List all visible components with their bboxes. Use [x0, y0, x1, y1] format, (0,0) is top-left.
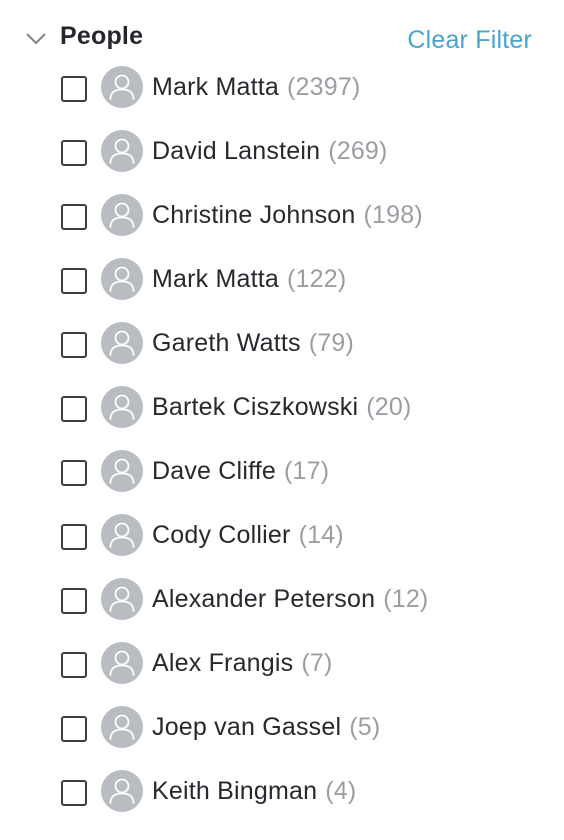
- person-icon: [109, 394, 135, 420]
- person-name: Alex Frangis (7): [152, 647, 333, 679]
- person-icon: [109, 714, 135, 740]
- person-count: (269): [328, 137, 388, 165]
- person-name-text: Joep van Gassel: [152, 713, 342, 741]
- section-title: People: [60, 22, 144, 50]
- person-icon: [109, 458, 135, 484]
- person-name-text: Alex Frangis: [152, 649, 294, 677]
- person-icon: [109, 138, 135, 164]
- list-item[interactable]: Gareth Watts (79): [0, 313, 564, 377]
- checkbox[interactable]: [61, 76, 87, 102]
- avatar: [101, 450, 143, 492]
- avatar: [101, 322, 143, 364]
- list-item[interactable]: Joep van Gassel (5): [0, 697, 564, 761]
- person-name-text: Cody Collier: [152, 521, 291, 549]
- people-filter-panel: People Clear Filter Mark Matta (2397) Dav…: [0, 0, 564, 840]
- person-name-text: Mark Matta: [152, 265, 280, 293]
- person-name: Joep van Gassel (5): [152, 711, 380, 743]
- avatar: [101, 514, 143, 556]
- person-icon: [109, 778, 135, 804]
- avatar: [101, 578, 143, 620]
- person-icon: [109, 202, 135, 228]
- person-name-text: Gareth Watts: [152, 329, 301, 357]
- person-icon: [109, 330, 135, 356]
- person-name-text: David Lanstein: [152, 137, 321, 165]
- person-icon: [109, 650, 135, 676]
- list-item[interactable]: Dave Cliffe (17): [0, 441, 564, 505]
- avatar: [101, 386, 143, 428]
- person-count: (17): [284, 457, 330, 485]
- person-count: (2397): [287, 73, 361, 101]
- person-count: (122): [287, 265, 347, 293]
- avatar: [101, 706, 143, 748]
- person-name: Gareth Watts (79): [152, 327, 354, 359]
- person-name: Bartek Ciszkowski (20): [152, 391, 412, 423]
- person-name: Cody Collier (14): [152, 519, 344, 551]
- list-item[interactable]: Mark Matta (2397): [0, 57, 564, 121]
- person-count: (7): [301, 649, 333, 677]
- person-name-text: Keith Bingman: [152, 777, 318, 805]
- person-count: (5): [349, 713, 381, 741]
- checkbox[interactable]: [61, 588, 87, 614]
- avatar: [101, 642, 143, 684]
- person-icon: [109, 266, 135, 292]
- person-name-text: Christine Johnson: [152, 201, 356, 229]
- checkbox[interactable]: [61, 460, 87, 486]
- checkbox[interactable]: [61, 524, 87, 550]
- checkbox[interactable]: [61, 716, 87, 742]
- checkbox[interactable]: [61, 396, 87, 422]
- list-item[interactable]: Bartek Ciszkowski (20): [0, 377, 564, 441]
- person-count: (198): [363, 201, 423, 229]
- people-list: Mark Matta (2397) David Lanstein (269) Chr…: [0, 57, 564, 825]
- checkbox[interactable]: [61, 780, 87, 806]
- person-icon: [109, 586, 135, 612]
- list-item[interactable]: David Lanstein (269): [0, 121, 564, 185]
- checkbox[interactable]: [61, 652, 87, 678]
- list-item[interactable]: Keith Bingman (4): [0, 761, 564, 825]
- person-name: Keith Bingman (4): [152, 775, 356, 807]
- chevron-down-icon[interactable]: [22, 24, 50, 52]
- person-count: (4): [325, 777, 357, 805]
- person-name: Alexander Peterson (12): [152, 583, 428, 615]
- list-item[interactable]: Mark Matta (122): [0, 249, 564, 313]
- avatar: [101, 194, 143, 236]
- person-name: Mark Matta (2397): [152, 71, 361, 103]
- person-name-text: Dave Cliffe: [152, 457, 277, 485]
- avatar: [101, 258, 143, 300]
- clear-filter-link[interactable]: Clear Filter: [407, 24, 532, 56]
- person-count: (14): [298, 521, 344, 549]
- list-item[interactable]: Cody Collier (14): [0, 505, 564, 569]
- list-item[interactable]: Christine Johnson (198): [0, 185, 564, 249]
- person-name-text: Alexander Peterson: [152, 585, 376, 613]
- checkbox[interactable]: [61, 268, 87, 294]
- person-icon: [109, 522, 135, 548]
- person-name: David Lanstein (269): [152, 135, 388, 167]
- person-icon: [109, 74, 135, 100]
- list-item[interactable]: Alexander Peterson (12): [0, 569, 564, 633]
- avatar: [101, 770, 143, 812]
- person-name: Mark Matta (122): [152, 263, 346, 295]
- person-name: Dave Cliffe (17): [152, 455, 329, 487]
- person-count: (12): [383, 585, 429, 613]
- person-count: (20): [366, 393, 412, 421]
- avatar: [101, 66, 143, 108]
- checkbox[interactable]: [61, 204, 87, 230]
- avatar: [101, 130, 143, 172]
- checkbox[interactable]: [61, 332, 87, 358]
- person-count: (79): [308, 329, 355, 357]
- list-item[interactable]: Alex Frangis (7): [0, 633, 564, 697]
- person-name-text: Bartek Ciszkowski: [152, 393, 359, 421]
- person-name-text: Mark Matta: [152, 73, 280, 101]
- checkbox[interactable]: [61, 140, 87, 166]
- person-name: Christine Johnson (198): [152, 199, 423, 231]
